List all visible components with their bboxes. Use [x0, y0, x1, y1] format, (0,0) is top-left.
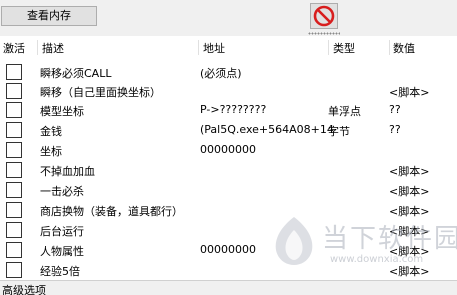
- row-description: 一击必杀: [40, 185, 84, 198]
- header-address[interactable]: 地址: [203, 40, 225, 56]
- table-row[interactable]: 瞬移必须CALL (必须点): [0, 62, 457, 82]
- activate-checkbox[interactable]: [6, 222, 22, 238]
- row-description: 商店换物（装备，道具都行）: [40, 205, 183, 218]
- status-bar: 高级选项: [0, 280, 457, 295]
- table-header: 激活 描述 地址 类型 数值: [0, 36, 457, 58]
- header-type[interactable]: 类型: [333, 40, 355, 56]
- row-description: 不掉血加血: [40, 165, 95, 178]
- header-value[interactable]: 数值: [393, 40, 415, 56]
- row-description: 坐标: [40, 145, 62, 158]
- header-divider[interactable]: [389, 40, 390, 55]
- activate-checkbox[interactable]: [6, 182, 22, 198]
- row-address: P->????????: [200, 103, 267, 116]
- splitter-grip[interactable]: [308, 32, 340, 35]
- row-description: 经验5倍: [40, 265, 80, 278]
- row-description: 后台运行: [40, 225, 84, 238]
- header-divider[interactable]: [37, 40, 38, 55]
- activate-checkbox[interactable]: [6, 162, 22, 178]
- activate-checkbox[interactable]: [6, 64, 22, 80]
- row-address: (必须点): [200, 67, 242, 80]
- table-row[interactable]: 一击必杀 <脚本>: [0, 180, 457, 200]
- table-row[interactable]: 金钱 (Pal5Q.exe+564A08+14 字节 ??: [0, 120, 457, 140]
- watermark-text: 当下软件园: [322, 224, 457, 254]
- activate-checkbox[interactable]: [6, 262, 22, 278]
- row-address: 00000000: [200, 143, 256, 156]
- header-description[interactable]: 描述: [42, 40, 64, 56]
- row-value: <脚本>: [389, 185, 430, 198]
- table-row[interactable]: 瞬移（自己里面换坐标） <脚本>: [0, 81, 457, 101]
- row-value: <脚本>: [389, 165, 430, 178]
- watermark: 当下软件园 www.downxia.com: [268, 214, 457, 280]
- activate-checkbox[interactable]: [6, 202, 22, 218]
- table-row[interactable]: 不掉血加血 <脚本>: [0, 160, 457, 180]
- activate-checkbox[interactable]: [6, 142, 22, 158]
- row-description: 瞬移（自己里面换坐标）: [40, 86, 161, 99]
- header-divider[interactable]: [328, 40, 329, 55]
- activate-checkbox[interactable]: [6, 122, 22, 138]
- header-active[interactable]: 激活: [3, 40, 25, 56]
- delete-button[interactable]: [310, 3, 338, 29]
- activate-checkbox[interactable]: [6, 83, 22, 99]
- row-value: ??: [389, 123, 401, 136]
- watermark-url: www.downxia.com: [330, 254, 424, 265]
- table-row[interactable]: 模型坐标 P->???????? 单浮点 ??: [0, 100, 457, 120]
- row-description: 模型坐标: [40, 105, 84, 118]
- row-description: 人物属性: [40, 245, 84, 258]
- header-divider[interactable]: [198, 40, 199, 55]
- watermark-logo-icon: [275, 217, 313, 265]
- activate-checkbox[interactable]: [6, 102, 22, 118]
- row-value: <脚本>: [389, 86, 430, 99]
- activate-checkbox[interactable]: [6, 242, 22, 258]
- row-value: ??: [389, 103, 401, 116]
- row-type: 单浮点: [328, 105, 361, 118]
- row-type: 字节: [328, 125, 350, 138]
- row-description: 金钱: [40, 125, 62, 138]
- view-memory-button[interactable]: 查看内存: [1, 6, 97, 26]
- row-description: 瞬移必须CALL: [40, 67, 112, 80]
- toolbar: 查看内存: [0, 0, 457, 35]
- row-address: (Pal5Q.exe+564A08+14: [200, 123, 334, 136]
- table-row[interactable]: 坐标 00000000: [0, 140, 457, 160]
- advanced-options-link[interactable]: 高级选项: [2, 282, 46, 295]
- no-entry-icon: [313, 5, 335, 27]
